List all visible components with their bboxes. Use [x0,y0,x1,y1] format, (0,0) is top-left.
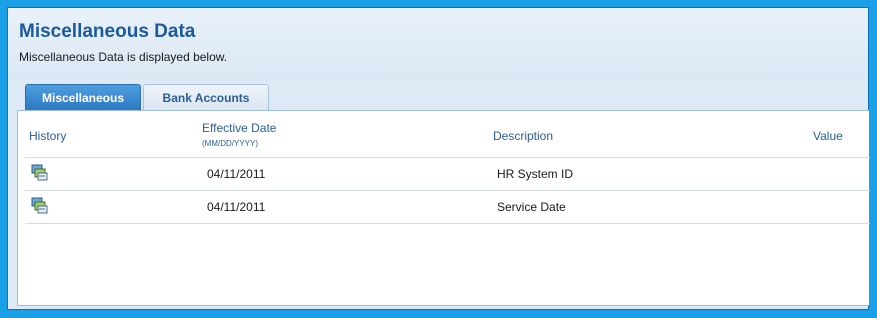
page-title: Miscellaneous Data [19,21,196,42]
table-row: 04/11/2011 Service Date [25,190,870,224]
column-header-description: Description [493,129,554,143]
data-table-panel: History Effective Date (MM/DD/YYYY) Desc… [17,110,870,306]
effective-date-cell: 04/11/2011 [207,200,266,214]
description-cell: Service Date [497,200,566,214]
description-cell: HR System ID [497,167,574,181]
column-header-effective-date: Effective Date [202,121,277,135]
tab-miscellaneous[interactable]: Miscellaneous [25,84,141,110]
page-subtitle: Miscellaneous Data is displayed below. [19,50,228,64]
table-row: 04/11/2011 HR System ID [25,157,870,190]
effective-date-cell: 04/11/2011 [207,167,266,181]
column-header-date-format: (MM/DD/YYYY) [202,139,258,148]
history-icon[interactable] [30,197,48,215]
misc-data-window: Miscellaneous Data Miscellaneous Data is… [7,7,870,310]
history-icon[interactable] [30,164,48,182]
column-header-value: Value [813,129,843,143]
page-header: Miscellaneous Data Miscellaneous Data is… [8,8,868,78]
column-header-history: History [29,129,67,143]
tab-bank-accounts[interactable]: Bank Accounts [143,84,269,110]
